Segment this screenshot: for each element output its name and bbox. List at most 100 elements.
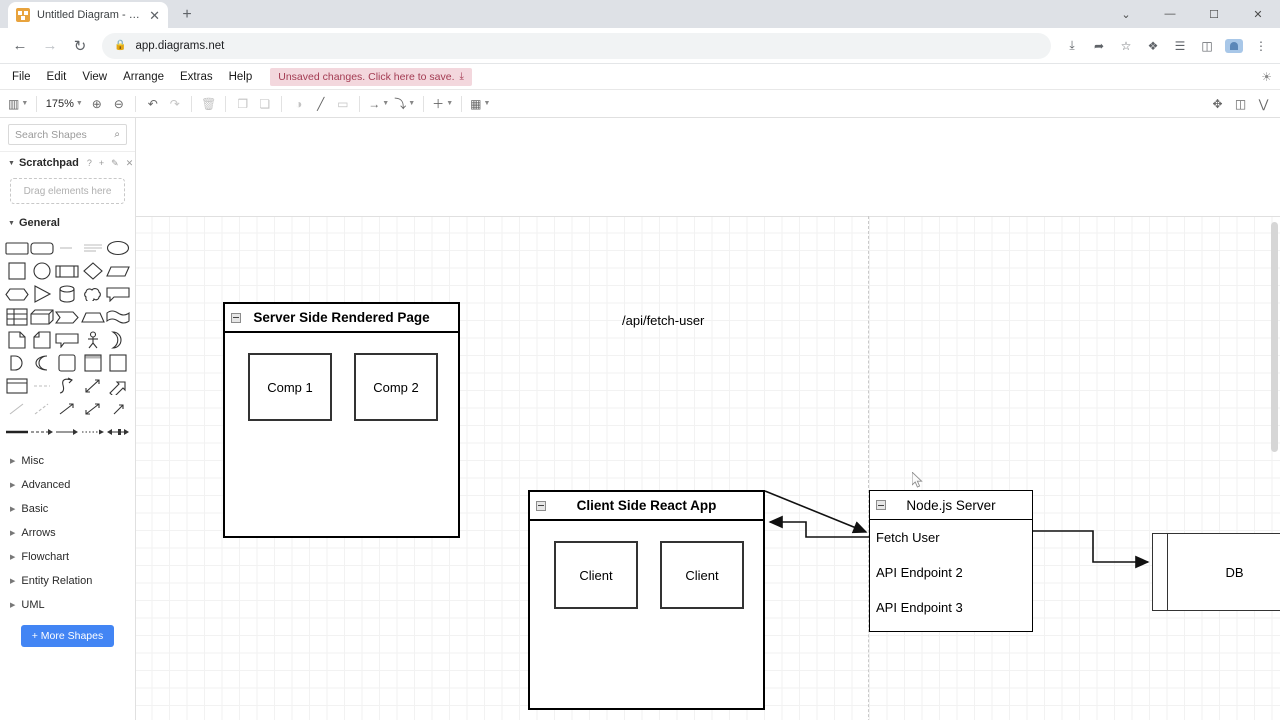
scratchpad-edit-icon[interactable]: ✎ xyxy=(111,158,119,169)
shape-delay[interactable] xyxy=(4,351,29,374)
general-section-header[interactable]: ▼ General xyxy=(0,212,135,234)
shape-line-double-arrow[interactable] xyxy=(80,397,105,420)
unsaved-changes-banner[interactable]: Unsaved changes. Click here to save. ⤓ xyxy=(270,67,472,86)
close-window-button[interactable]: ✕ xyxy=(1236,0,1280,28)
shape-bidirectional-arrow[interactable] xyxy=(80,374,105,397)
sidebar-category-advanced[interactable]: ▶ Advanced xyxy=(0,473,135,497)
menu-arrange[interactable]: Arrange xyxy=(115,67,172,87)
client-side-react-app[interactable]: Client Side React App Client Client xyxy=(528,490,765,710)
scratchpad-help-icon[interactable]: ? xyxy=(87,158,92,169)
reload-button[interactable]: ↻ xyxy=(66,32,94,60)
to-front-button[interactable]: ❐ xyxy=(232,93,253,115)
fill-color-button[interactable]: ◑ xyxy=(288,93,309,115)
waypoints-button[interactable]: ⤵ ▼ xyxy=(392,93,417,115)
collapse-icon[interactable] xyxy=(231,312,241,323)
shape-tape[interactable] xyxy=(106,305,131,328)
chrome-menu-icon[interactable]: ⋮ xyxy=(1248,33,1274,59)
profile-avatar-icon[interactable] xyxy=(1221,33,1247,59)
forward-button[interactable]: → xyxy=(36,32,64,60)
reading-list-icon[interactable]: ☰ xyxy=(1167,33,1193,59)
sidebar-category-entity-relation[interactable]: ▶ Entity Relation xyxy=(0,569,135,593)
api-endpoint-label[interactable]: /api/fetch-user xyxy=(622,313,704,328)
shape-circle[interactable] xyxy=(29,259,54,282)
extensions-puzzle-icon[interactable]: ❖ xyxy=(1140,33,1166,59)
sidebar-category-flowchart[interactable]: ▶ Flowchart xyxy=(0,545,135,569)
shape-rounded-square[interactable] xyxy=(55,351,80,374)
scratchpad-close-icon[interactable]: ✕ xyxy=(126,158,134,169)
shape-connector-double-end[interactable] xyxy=(106,420,131,443)
menu-file[interactable]: File xyxy=(4,67,39,87)
server-side-rendered-page[interactable]: Server Side Rendered Page Comp 1 Comp 2 xyxy=(223,302,460,538)
shape-process[interactable] xyxy=(55,259,80,282)
diagram-canvas[interactable]: /api/fetch-user Server Side Rendered Pag… xyxy=(136,118,1280,720)
shape-rounded-rectangle[interactable] xyxy=(29,236,54,259)
line-color-button[interactable]: ╱ xyxy=(310,93,331,115)
new-tab-button[interactable]: + xyxy=(174,2,200,28)
client-1-node[interactable]: Client xyxy=(554,541,638,609)
menu-help[interactable]: Help xyxy=(221,67,261,87)
comp-1-node[interactable]: Comp 1 xyxy=(248,353,332,421)
menu-edit[interactable]: Edit xyxy=(39,67,75,87)
maximize-button[interactable]: ☐ xyxy=(1192,0,1236,28)
shape-hexagon[interactable] xyxy=(4,282,29,305)
shape-text[interactable] xyxy=(55,236,80,259)
collapse-toolbar-icon[interactable]: ⋁ xyxy=(1253,93,1274,115)
client-2-node[interactable]: Client xyxy=(660,541,744,609)
theme-toggle-icon[interactable]: ☀ xyxy=(1261,70,1272,84)
format-panel-icon[interactable]: ◫ xyxy=(1230,93,1251,115)
sidebar-category-basic[interactable]: ▶ Basic xyxy=(0,497,135,521)
menu-view[interactable]: View xyxy=(74,67,115,87)
shape-connector-dashed-arrow[interactable] xyxy=(29,420,54,443)
redo-button[interactable]: ↷ xyxy=(164,93,185,115)
nodejs-server[interactable]: Node.js Server Fetch User API Endpoint 2… xyxy=(869,490,1033,632)
sidebar-category-arrows[interactable]: ▶ Arrows xyxy=(0,521,135,545)
scratchpad-dropzone[interactable]: Drag elements here xyxy=(10,178,125,204)
collapse-icon[interactable] xyxy=(536,500,546,511)
shape-triangle[interactable] xyxy=(29,282,54,305)
table-button[interactable]: ▦ ▼ xyxy=(468,93,492,115)
zoom-out-button[interactable]: ⊖ xyxy=(108,93,129,115)
shape-square[interactable] xyxy=(4,259,29,282)
shape-actor[interactable] xyxy=(80,328,105,351)
shape-connector-arrow[interactable] xyxy=(55,420,80,443)
side-panel-icon[interactable]: ◫ xyxy=(1194,33,1220,59)
close-icon[interactable]: ✕ xyxy=(149,9,160,22)
connection-style-button[interactable]: → ▼ xyxy=(366,93,391,115)
shadow-button[interactable]: ▭ xyxy=(332,93,353,115)
bookmark-star-icon[interactable]: ☆ xyxy=(1113,33,1139,59)
shape-callout[interactable] xyxy=(106,282,131,305)
db-node[interactable]: DB xyxy=(1152,533,1280,611)
menu-extras[interactable]: Extras xyxy=(172,67,221,87)
shape-cloud[interactable] xyxy=(80,282,105,305)
endpoint-row[interactable]: API Endpoint 2 xyxy=(870,555,1032,590)
scratchpad-header[interactable]: ▼ Scratchpad ? + ✎ ✕ xyxy=(0,152,135,174)
shape-line-dashed[interactable] xyxy=(29,397,54,420)
scratchpad-add-icon[interactable]: + xyxy=(99,158,104,169)
shape-ellipse[interactable] xyxy=(106,236,131,259)
shape-shadow-box[interactable] xyxy=(106,351,131,374)
search-input[interactable]: Search Shapes ⌕ xyxy=(8,124,127,145)
shape-trapezoid[interactable] xyxy=(80,305,105,328)
shape-curve[interactable] xyxy=(55,374,80,397)
sidebar-category-misc[interactable]: ▶ Misc xyxy=(0,449,135,473)
tab-search-chevron-icon[interactable]: ⌄ xyxy=(1104,0,1148,28)
undo-button[interactable]: ↶ xyxy=(142,93,163,115)
comp-2-node[interactable]: Comp 2 xyxy=(354,353,438,421)
minimize-button[interactable]: — xyxy=(1148,0,1192,28)
endpoint-row[interactable]: Fetch User xyxy=(870,520,1032,555)
fullscreen-icon[interactable]: ✥ xyxy=(1207,93,1228,115)
share-icon[interactable]: ➦ xyxy=(1086,33,1112,59)
shape-textbox[interactable] xyxy=(80,236,105,259)
browser-tab[interactable]: Untitled Diagram - draw.io ✕ xyxy=(8,2,168,28)
zoom-in-button[interactable]: ⊕ xyxy=(86,93,107,115)
shape-crescent[interactable] xyxy=(29,351,54,374)
shape-cylinder[interactable] xyxy=(55,282,80,305)
shape-line-plain[interactable] xyxy=(4,397,29,420)
delete-button[interactable]: 🗑 xyxy=(198,93,219,115)
shape-or[interactable] xyxy=(106,328,131,351)
view-menu-button[interactable]: ▥ ▼ xyxy=(6,93,30,115)
back-button[interactable]: ← xyxy=(6,32,34,60)
shape-speech-bubble[interactable] xyxy=(55,328,80,351)
insert-button[interactable]: ＋ ▼ xyxy=(430,93,455,115)
shape-line-thin-arrow[interactable] xyxy=(106,397,131,420)
